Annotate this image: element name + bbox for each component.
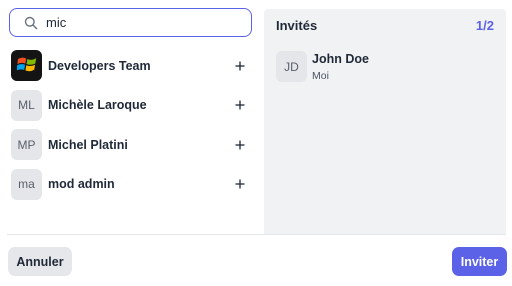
user-name: Developers Team xyxy=(48,58,151,73)
invitees-title: Invités xyxy=(276,17,318,33)
invitees-panel: Invités 1/2 JD John Doe Moi xyxy=(264,9,506,234)
plus-icon xyxy=(235,100,245,110)
add-user-button[interactable] xyxy=(232,58,248,74)
avatar: MP xyxy=(11,129,42,161)
plus-icon xyxy=(235,140,245,150)
user-name: Michèle Laroque xyxy=(48,98,147,113)
user-name: mod admin xyxy=(48,177,115,192)
invite-dialog: Developers Team ML Michèle Laroque xyxy=(0,0,512,286)
add-user-button[interactable] xyxy=(232,97,248,113)
plus-icon xyxy=(235,179,245,189)
windows-logo-icon xyxy=(15,55,37,77)
search-box[interactable] xyxy=(9,8,252,37)
invitee-name: John Doe xyxy=(312,52,369,66)
user-row-michel-platini: MP Michel Platini xyxy=(0,125,260,165)
user-row-developers-team: Developers Team xyxy=(0,46,260,86)
user-list: Developers Team ML Michèle Laroque MP Mi… xyxy=(0,46,260,204)
avatar xyxy=(11,50,42,82)
invite-button[interactable]: Inviter xyxy=(452,247,507,276)
user-row-michele-laroque: ML Michèle Laroque xyxy=(0,86,260,126)
search-input[interactable] xyxy=(46,15,226,30)
footer-divider xyxy=(7,234,506,235)
user-search-panel: Developers Team ML Michèle Laroque xyxy=(0,0,260,234)
invitees-count: 1/2 xyxy=(475,17,494,33)
avatar: ML xyxy=(11,89,42,121)
search-icon xyxy=(24,16,38,30)
avatar: JD xyxy=(276,51,307,82)
user-row-mod-admin: ma mod admin xyxy=(0,165,260,205)
invitees-header: Invités 1/2 xyxy=(276,16,494,34)
add-user-button[interactable] xyxy=(232,137,248,153)
invitee-subtitle: Moi xyxy=(312,70,329,82)
user-name: Michel Platini xyxy=(48,137,128,152)
cancel-button[interactable]: Annuler xyxy=(8,247,72,276)
plus-icon xyxy=(235,61,245,71)
avatar: ma xyxy=(11,168,42,200)
add-user-button[interactable] xyxy=(232,176,248,192)
invitee-item: JD John Doe Moi xyxy=(276,51,496,82)
